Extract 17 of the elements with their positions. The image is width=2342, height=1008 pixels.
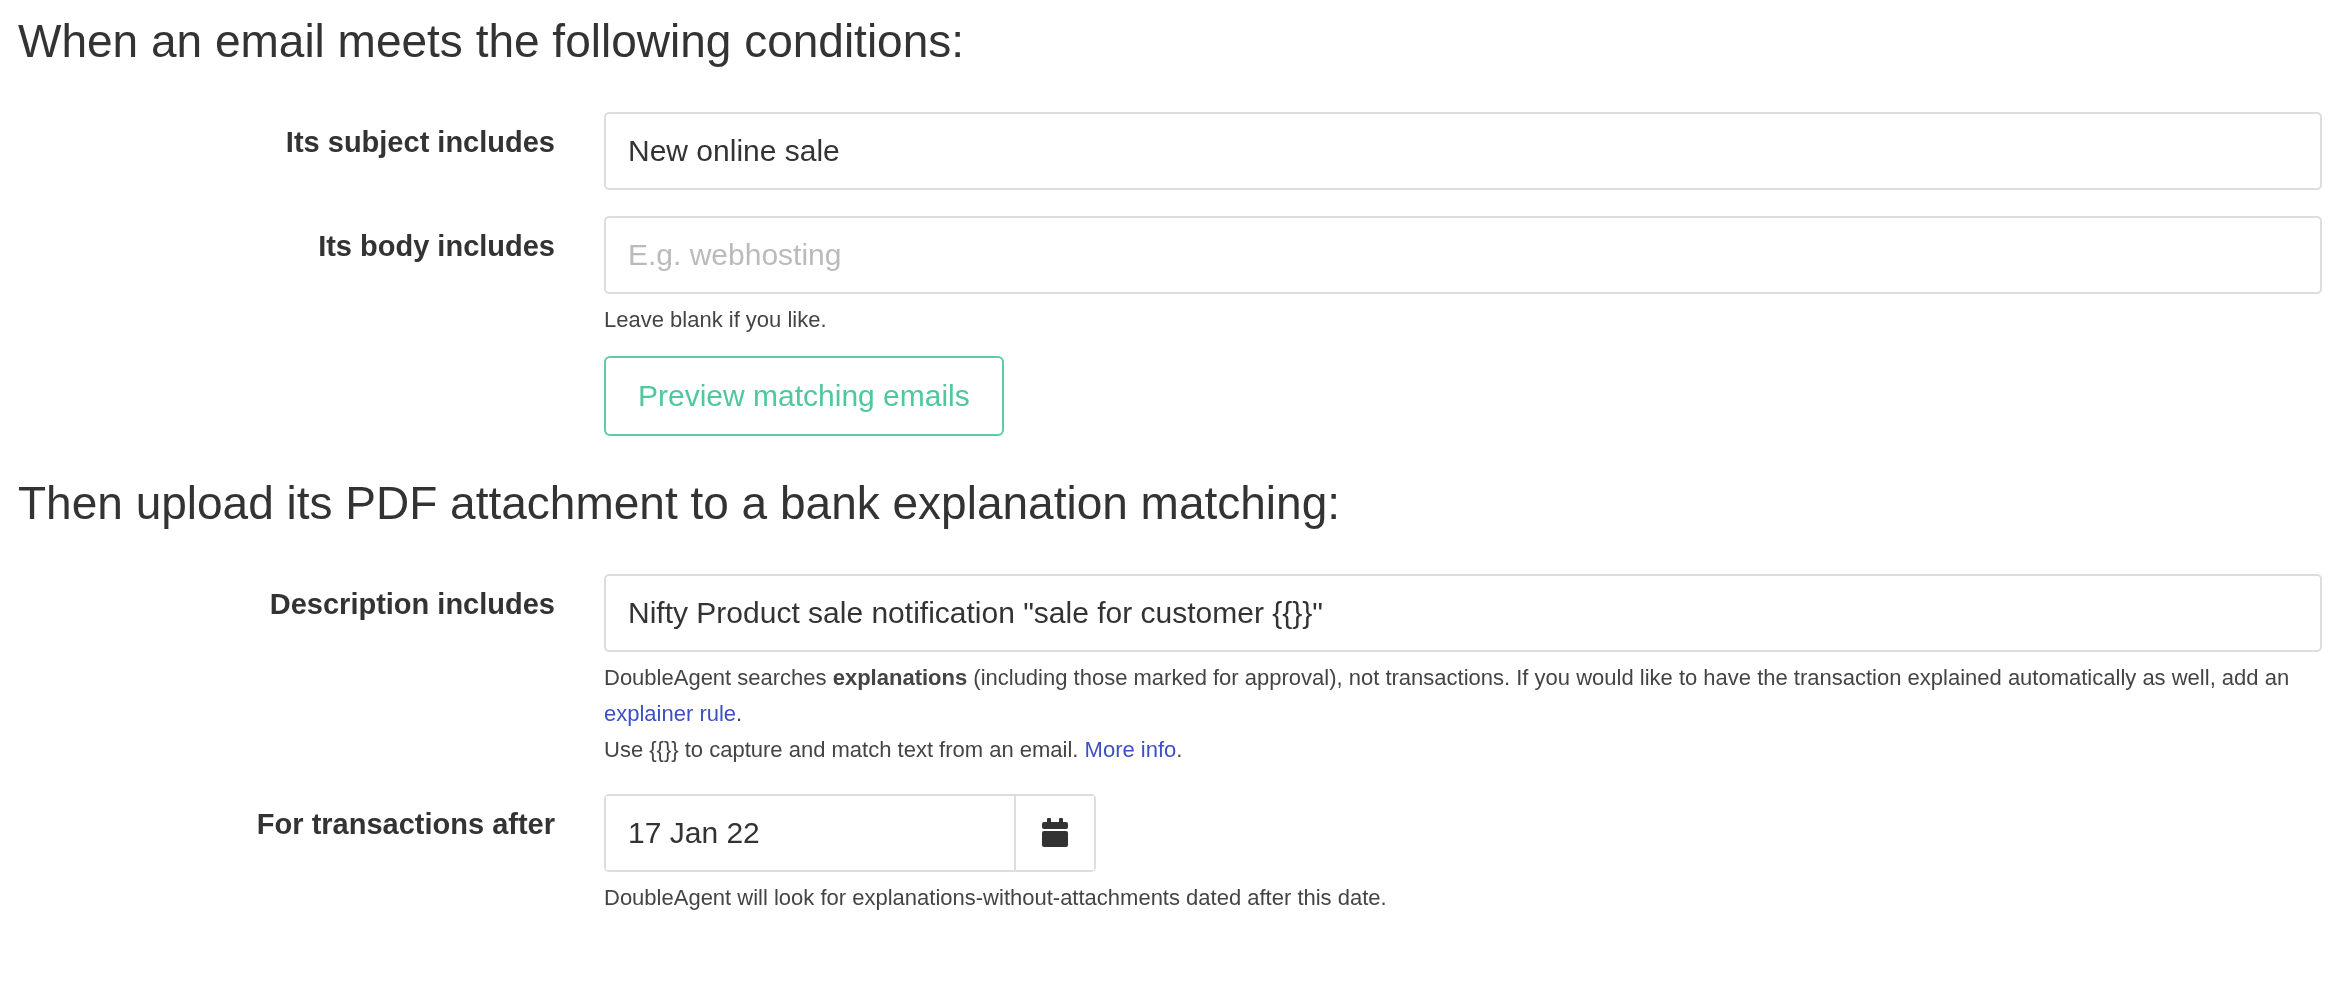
field-label: For transactions after	[256, 807, 555, 841]
help-text: Leave blank if you like.	[604, 306, 827, 334]
field-label: Its body includes	[318, 229, 555, 263]
help-link[interactable]: explainer rule	[604, 701, 737, 726]
text-field[interactable]: Nifty Product sale notification "sale for customer {{}}"	[604, 574, 2322, 652]
help-text: Use {{}} to capture and match text from an email. More info.	[604, 736, 1184, 764]
date-field[interactable]: 17 Jan 22	[604, 794, 1096, 872]
section-heading: Then upload its PDF attachment to a bank explanation matching:	[18, 476, 1341, 530]
section-heading: When an email meets the following conditions:	[18, 14, 966, 68]
field-label: Its subject includes	[285, 125, 555, 159]
calendar-icon	[1041, 818, 1069, 848]
text-field[interactable]: E.g. webhosting	[604, 216, 2322, 294]
help-link[interactable]: More info	[1084, 737, 1177, 762]
help-text: DoubleAgent searches explanations (including those marked for approval), not transactions. If you would like to have the transaction explained automatically as well, add an explainer rule.	[604, 664, 2291, 728]
field-label: Description includes	[269, 587, 555, 621]
help-text: DoubleAgent will look for explanations-without-attachments dated after this date.	[604, 884, 1387, 912]
text-field[interactable]: New online sale	[604, 112, 2322, 190]
